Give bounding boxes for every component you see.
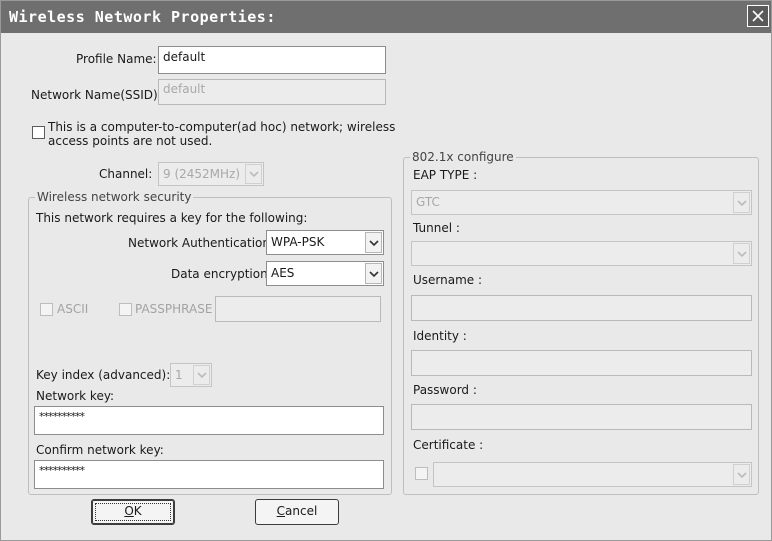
identity-label: Identity :	[413, 329, 467, 343]
channel-label: Channel:	[99, 167, 153, 181]
network-key-label: Network key:	[36, 389, 115, 403]
wireless-properties-window: Wireless Network Properties: Profile Nam…	[0, 0, 772, 541]
tunnel-select[interactable]	[411, 241, 752, 266]
passphrase-input[interactable]	[215, 296, 381, 322]
adhoc-label-line1: This is a computer-to-computer(ad hoc) n…	[48, 120, 396, 134]
wireless-security-legend: Wireless network security	[35, 190, 194, 204]
data-encryption-label: Data encryption:	[171, 267, 272, 281]
data-encryption-value: AES	[271, 266, 295, 280]
data-encryption-dropdown-button[interactable]	[365, 263, 382, 284]
certificate-dropdown-button[interactable]	[733, 464, 750, 485]
confirm-network-key-input[interactable]: **********	[34, 460, 384, 489]
channel-dropdown-button[interactable]	[245, 164, 262, 184]
username-input[interactable]	[411, 295, 752, 321]
network-key-input[interactable]: **********	[34, 406, 384, 435]
chevron-down-icon	[737, 199, 747, 206]
certificate-checkbox[interactable]	[415, 467, 428, 480]
network-auth-label: Network Authentication:	[128, 236, 275, 250]
chevron-down-icon	[369, 239, 379, 246]
chevron-down-icon	[737, 250, 747, 257]
eap-type-value: GTC	[416, 195, 440, 209]
key-index-value: 1	[175, 368, 183, 382]
ssid-label: Network Name(SSID):	[31, 88, 162, 102]
close-button[interactable]	[747, 5, 769, 27]
chevron-down-icon	[197, 372, 207, 379]
chevron-down-icon	[369, 270, 379, 277]
requires-key-text: This network requires a key for the foll…	[36, 211, 308, 225]
eap-config-legend: 802.1x configure	[410, 150, 516, 164]
certificate-select[interactable]	[433, 462, 752, 487]
key-index-dropdown-button[interactable]	[193, 365, 210, 385]
window-title: Wireless Network Properties:	[9, 8, 276, 26]
channel-select[interactable]: 9 (2452MHz)	[158, 162, 264, 186]
eap-type-dropdown-button[interactable]	[733, 192, 750, 213]
focus-rectangle	[95, 503, 171, 521]
ascii-label: ASCII	[57, 302, 89, 316]
network-auth-dropdown-button[interactable]	[365, 232, 382, 253]
passphrase-checkbox[interactable]	[119, 303, 132, 316]
tunnel-label: Tunnel :	[413, 221, 460, 235]
title-bar[interactable]: Wireless Network Properties:	[1, 1, 771, 33]
identity-input[interactable]	[411, 350, 752, 376]
close-icon	[752, 10, 764, 22]
chevron-down-icon	[249, 171, 259, 178]
key-index-select[interactable]: 1	[170, 363, 212, 387]
cancel-button[interactable]: Cancel	[255, 499, 339, 525]
channel-value: 9 (2452MHz)	[163, 167, 241, 181]
network-auth-select[interactable]: WPA-PSK	[266, 230, 384, 255]
ok-button[interactable]: OK	[91, 499, 175, 525]
username-label: Username :	[413, 273, 483, 287]
eap-type-label: EAP TYPE :	[413, 168, 478, 182]
password-input[interactable]	[411, 404, 752, 430]
network-auth-value: WPA-PSK	[271, 235, 325, 249]
ascii-checkbox[interactable]	[40, 303, 53, 316]
profile-name-input[interactable]: default	[158, 46, 386, 74]
profile-name-label: Profile Name:	[76, 52, 157, 66]
cancel-button-label: Cancel	[276, 504, 318, 518]
key-index-label: Key index (advanced):	[36, 368, 171, 382]
adhoc-label-line2: access points are not used.	[48, 134, 213, 148]
passphrase-label: PASSPHRASE	[135, 302, 213, 316]
eap-type-select[interactable]: GTC	[411, 190, 752, 215]
ssid-input[interactable]: default	[158, 79, 386, 105]
chevron-down-icon	[737, 471, 747, 478]
password-label: Password :	[413, 383, 477, 397]
adhoc-checkbox[interactable]	[32, 126, 45, 139]
tunnel-dropdown-button[interactable]	[733, 243, 750, 264]
confirm-network-key-label: Confirm network key:	[36, 443, 164, 457]
certificate-label: Certificate :	[413, 438, 484, 452]
data-encryption-select[interactable]: AES	[266, 261, 384, 286]
